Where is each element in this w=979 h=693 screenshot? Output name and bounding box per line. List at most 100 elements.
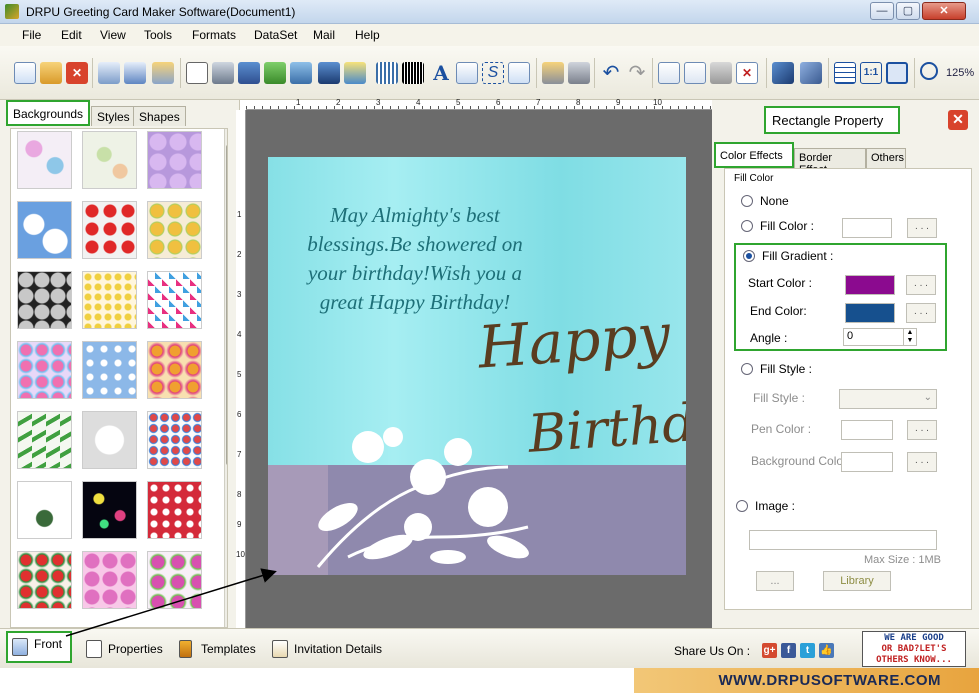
database-grey-icon[interactable]	[568, 62, 590, 84]
database-icon[interactable]	[542, 62, 564, 84]
tab-others[interactable]: Others	[866, 148, 906, 168]
tab-backgrounds[interactable]: Backgrounds	[6, 100, 91, 126]
end-color-swatch[interactable]	[845, 303, 895, 323]
tab-invitation-details[interactable]: Invitation Details	[272, 639, 382, 661]
new-icon[interactable]	[14, 62, 36, 84]
cut-icon[interactable]	[658, 62, 680, 84]
background-color-swatch[interactable]	[841, 452, 893, 472]
tab-front[interactable]: Front	[6, 631, 73, 663]
background-color-picker-button[interactable]: . . .	[907, 452, 937, 472]
grid-icon[interactable]	[834, 62, 856, 84]
fill-color-swatch[interactable]	[842, 218, 892, 238]
menu-file[interactable]: File	[22, 28, 41, 42]
menu-view[interactable]: View	[100, 28, 126, 42]
background-thumbnail[interactable]	[17, 551, 72, 609]
card-birthday-text[interactable]: Birthday	[526, 389, 686, 465]
save-as-icon[interactable]	[124, 62, 146, 84]
card-message[interactable]: May Almighty's best blessings.Be showere…	[290, 201, 540, 317]
end-color-picker-button[interactable]: . . .	[906, 303, 936, 323]
facebook-icon[interactable]: f	[781, 643, 796, 658]
close-window-button[interactable]: ✕	[922, 2, 966, 20]
like-icon[interactable]: 👍	[819, 643, 834, 658]
background-thumbnail[interactable]	[17, 341, 72, 399]
radio-fill-color[interactable]	[741, 220, 753, 232]
pen-color-picker-button[interactable]: . . .	[907, 420, 937, 440]
menu-mail[interactable]: Mail	[313, 28, 335, 42]
text-box-icon[interactable]	[456, 62, 478, 84]
close-doc-icon[interactable]: ✕	[66, 62, 88, 84]
paste-icon[interactable]	[710, 62, 732, 84]
background-thumbnail[interactable]	[82, 411, 137, 469]
open-icon[interactable]	[40, 62, 62, 84]
redo-icon[interactable]: ↷	[626, 62, 648, 84]
tab-styles[interactable]: Styles	[91, 106, 136, 126]
card-happy-text[interactable]: Happy	[476, 300, 672, 381]
print-icon[interactable]	[212, 62, 234, 84]
background-thumbnail[interactable]	[147, 201, 202, 259]
background-thumbnail[interactable]	[147, 551, 202, 609]
pen-icon[interactable]	[318, 62, 340, 84]
flower-ornament[interactable]	[308, 407, 538, 575]
fill-style-select[interactable]: ⌄	[839, 389, 937, 409]
actual-size-icon[interactable]: 1:1	[860, 62, 882, 84]
export-icon[interactable]	[152, 62, 174, 84]
menu-edit[interactable]: Edit	[61, 28, 82, 42]
background-thumbnail[interactable]	[17, 131, 72, 189]
radio-fill-style[interactable]	[741, 363, 753, 375]
background-thumbnail[interactable]	[147, 271, 202, 329]
background-thumbnail[interactable]	[17, 481, 72, 539]
browse-image-button[interactable]: ...	[756, 571, 794, 591]
image-icon[interactable]	[264, 62, 286, 84]
radio-none[interactable]	[741, 195, 753, 207]
scrollbar-thumb[interactable]	[226, 145, 227, 465]
background-thumbnail[interactable]	[147, 341, 202, 399]
start-color-swatch[interactable]	[845, 275, 895, 295]
tab-properties[interactable]: Properties	[86, 639, 163, 661]
mail-icon[interactable]	[508, 62, 530, 84]
library-button[interactable]: Library	[823, 571, 891, 591]
background-thumbnail[interactable]	[82, 271, 137, 329]
background-thumbnail[interactable]	[82, 341, 137, 399]
background-thumbnail[interactable]	[82, 201, 137, 259]
twitter-icon[interactable]: t	[800, 643, 815, 658]
background-thumbnail[interactable]	[82, 481, 137, 539]
properties-icon[interactable]	[186, 62, 208, 84]
minimize-button[interactable]: —	[870, 2, 894, 20]
zoom-icon[interactable]	[920, 62, 938, 80]
background-thumbnail[interactable]	[17, 201, 72, 259]
pen-color-swatch[interactable]	[841, 420, 893, 440]
watermark-icon[interactable]	[376, 62, 398, 84]
gallery-scrollbar[interactable]	[224, 129, 227, 627]
menu-formats[interactable]: Formats	[192, 28, 236, 42]
picture-icon[interactable]	[290, 62, 312, 84]
delete-icon[interactable]: ✕	[736, 62, 758, 84]
save-icon[interactable]	[98, 62, 120, 84]
tab-shapes[interactable]: Shapes	[133, 106, 186, 126]
copy-icon[interactable]	[684, 62, 706, 84]
background-thumbnail[interactable]	[147, 131, 202, 189]
greeting-card[interactable]: May Almighty's best blessings.Be showere…	[268, 157, 686, 575]
angle-stepper[interactable]: ▲ ▼	[903, 328, 917, 346]
symbol-icon[interactable]: S	[482, 62, 504, 84]
background-thumbnail[interactable]	[147, 481, 202, 539]
menu-help[interactable]: Help	[355, 28, 380, 42]
print-preview-icon[interactable]	[238, 62, 260, 84]
barcode-icon[interactable]	[402, 62, 424, 84]
background-thumbnail[interactable]	[17, 411, 72, 469]
zoom-level[interactable]: 125%	[946, 67, 974, 79]
image-path-input[interactable]	[749, 530, 937, 550]
background-thumbnail[interactable]	[17, 271, 72, 329]
background-thumbnail[interactable]	[82, 131, 137, 189]
shapes-icon[interactable]	[344, 62, 366, 84]
menu-dataset[interactable]: DataSet	[254, 28, 297, 42]
close-icon[interactable]: ✕	[948, 110, 968, 130]
radio-fill-gradient[interactable]	[743, 250, 755, 262]
feedback-banner[interactable]: WE ARE GOOD OR BAD?LET'S OTHERS KNOW...	[862, 631, 966, 667]
tab-color-effects[interactable]: Color Effects	[714, 142, 794, 168]
background-thumbnail[interactable]	[147, 411, 202, 469]
fit-page-icon[interactable]	[886, 62, 908, 84]
google-plus-icon[interactable]: g+	[762, 643, 777, 658]
undo-icon[interactable]: ↶	[600, 62, 622, 84]
design-canvas[interactable]: May Almighty's best blessings.Be showere…	[246, 110, 712, 628]
menu-tools[interactable]: Tools	[144, 28, 172, 42]
